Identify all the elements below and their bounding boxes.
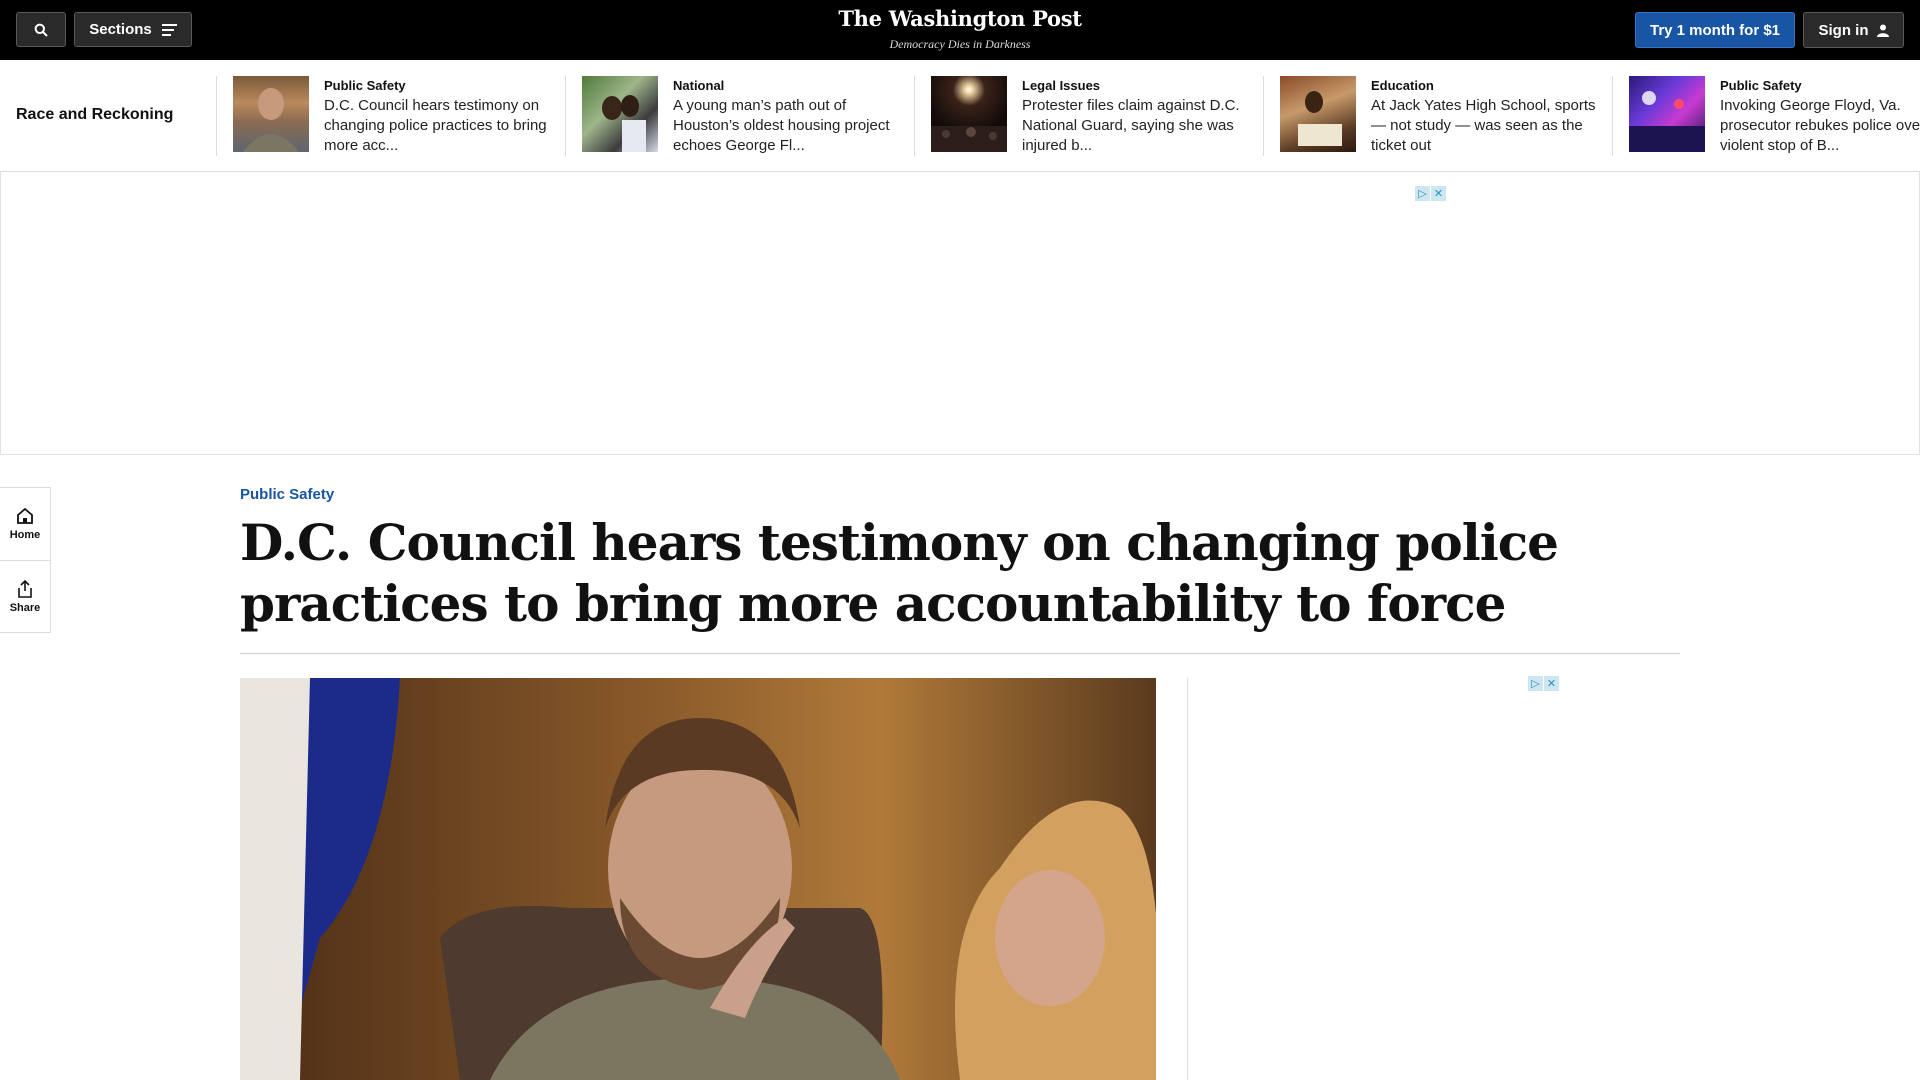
logo-tagline: Democracy Dies in Darkness — [889, 37, 1031, 51]
article-lead-image[interactable] — [240, 678, 1156, 1080]
story-headline[interactable]: A young man’s path out of Houston’s olde… — [673, 96, 913, 156]
share-button[interactable]: Share — [0, 560, 50, 632]
adchoices-badge-sidebar[interactable]: ▷ ✕ — [1528, 676, 1559, 692]
person-icon — [1876, 24, 1889, 37]
sign-in-label: Sign in — [1818, 21, 1869, 39]
article-kicker[interactable]: Public Safety — [240, 486, 334, 503]
story-thumbnail[interactable] — [1280, 76, 1356, 152]
story-category: Education — [1371, 78, 1434, 93]
close-icon[interactable]: ✕ — [1544, 676, 1559, 691]
top-navigation-bar: Sections The Washington Post Democracy D… — [0, 0, 1920, 60]
story-category: Legal Issues — [1022, 78, 1101, 93]
home-label: Home — [9, 529, 41, 541]
sections-menu-button[interactable]: Sections — [74, 12, 192, 47]
story-headline[interactable]: Invoking George Floyd, Va. prosecutor re… — [1720, 96, 1920, 156]
story-category: National — [673, 78, 725, 93]
search-icon — [34, 23, 48, 37]
advertisement-banner[interactable]: ▷ ✕ — [0, 172, 1920, 455]
story-headline[interactable]: At Jack Yates High School, sports — not … — [1371, 96, 1611, 156]
close-icon[interactable]: ✕ — [1431, 186, 1446, 201]
adchoices-badge[interactable]: ▷ ✕ — [1415, 186, 1446, 202]
left-action-rail: Home Share — [0, 487, 51, 633]
story-thumbnail[interactable] — [233, 76, 309, 152]
story-category: Public Safety — [324, 78, 406, 93]
article-headline: D.C. Council hears testimony on changing… — [240, 513, 1559, 633]
story-headline[interactable]: D.C. Council hears testimony on changing… — [324, 96, 564, 156]
home-icon — [17, 507, 33, 524]
column-divider — [1187, 678, 1188, 1080]
adchoices-icon: ▷ — [1415, 186, 1430, 201]
site-logo[interactable]: The Washington Post Democracy Dies in Da… — [760, 6, 1160, 52]
sign-in-button[interactable]: Sign in — [1803, 12, 1904, 48]
subscribe-button[interactable]: Try 1 month for $1 — [1635, 12, 1795, 48]
search-button[interactable] — [16, 12, 66, 47]
menu-icon — [161, 23, 177, 36]
strip-story-2[interactable]: National A young man’s path out of Houst… — [565, 76, 914, 156]
strip-story-3[interactable]: Legal Issues Protester files claim again… — [914, 76, 1263, 156]
share-label: Share — [9, 601, 41, 614]
home-button[interactable]: Home — [0, 488, 50, 560]
story-thumbnail[interactable] — [1629, 76, 1705, 152]
related-stories-strip: Race and Reckoning Public Safety D.C. Co… — [0, 60, 1920, 172]
strip-story-5[interactable]: Public Safety Invoking George Floyd, Va.… — [1612, 76, 1920, 156]
story-category: Public Safety — [1720, 78, 1802, 93]
story-thumbnail[interactable] — [582, 76, 658, 152]
adchoices-icon: ▷ — [1528, 676, 1543, 691]
strip-title[interactable]: Race and Reckoning — [16, 106, 173, 124]
strip-story-4[interactable]: Education At Jack Yates High School, spo… — [1263, 76, 1612, 156]
story-thumbnail[interactable] — [931, 76, 1007, 152]
share-icon — [18, 579, 32, 598]
strip-story-1[interactable]: Public Safety D.C. Council hears testimo… — [216, 76, 565, 156]
sections-label: Sections — [89, 21, 152, 38]
logo-wordmark: The Washington Post — [838, 6, 1082, 31]
story-headline[interactable]: Protester files claim against D.C. Natio… — [1022, 96, 1262, 156]
headline-divider — [240, 653, 1680, 654]
